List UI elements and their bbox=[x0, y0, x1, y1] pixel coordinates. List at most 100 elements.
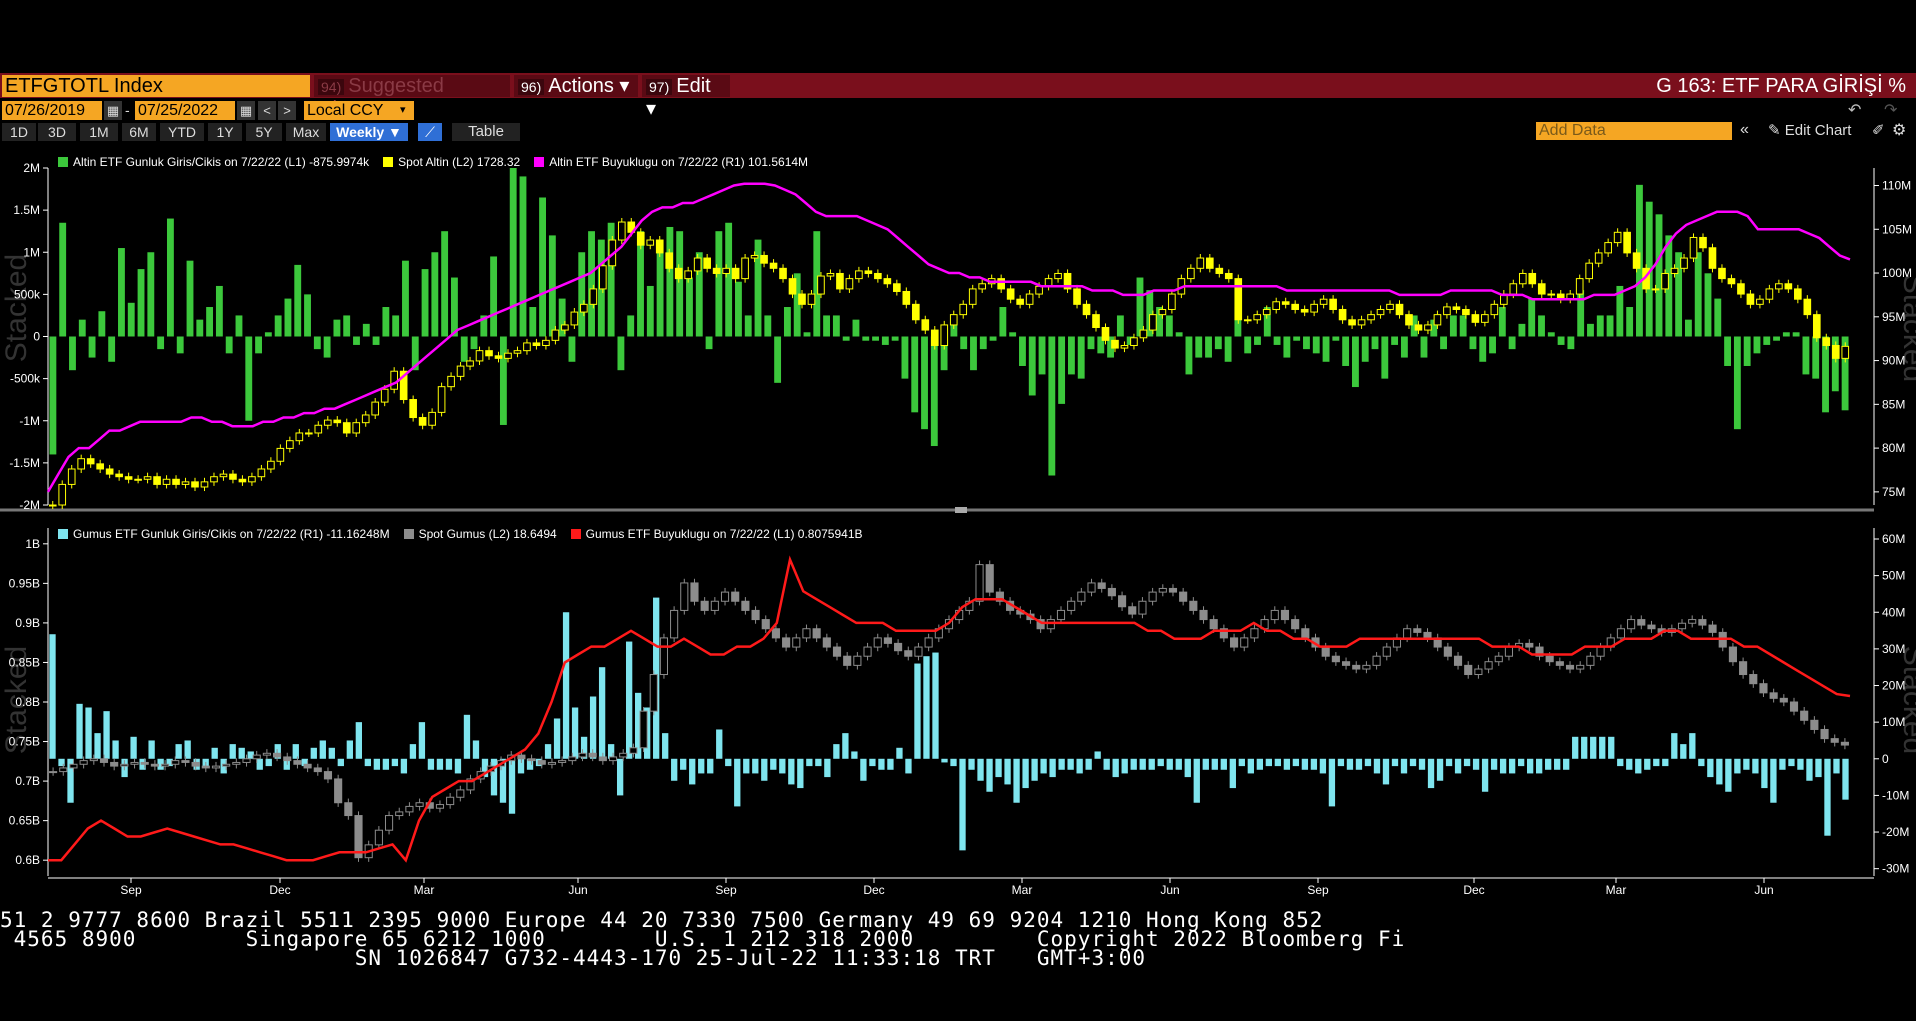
inflow-bar bbox=[568, 336, 576, 362]
candle-body bbox=[1594, 252, 1603, 264]
candle-body bbox=[1362, 664, 1371, 670]
candle-body bbox=[303, 763, 312, 769]
inflow-bar bbox=[860, 758, 867, 781]
period-button-1d[interactable]: 1D bbox=[2, 123, 36, 141]
inflow-bar bbox=[1815, 758, 1822, 778]
candle-body bbox=[1376, 308, 1385, 316]
left-tick-label: -2M bbox=[19, 498, 40, 512]
inflow-bar bbox=[715, 231, 723, 337]
inflow-bar bbox=[137, 269, 145, 337]
inflow-bar bbox=[1166, 758, 1173, 770]
left-tick-label: -500k bbox=[10, 372, 41, 386]
period-button-1m[interactable]: 1M bbox=[80, 123, 118, 141]
candle-body bbox=[1576, 664, 1585, 670]
candle-body bbox=[1338, 308, 1347, 321]
panel-resize-handle[interactable] bbox=[955, 507, 967, 513]
inflow-bar bbox=[676, 231, 684, 337]
candle-body bbox=[267, 460, 275, 470]
inflow-bar bbox=[1567, 336, 1575, 350]
candle-body bbox=[323, 419, 332, 426]
inflow-bar bbox=[1130, 758, 1137, 770]
inflow-bar bbox=[852, 319, 860, 337]
inflow-bar bbox=[999, 307, 1007, 337]
candle-body bbox=[731, 267, 740, 280]
inflow-bar bbox=[1175, 332, 1183, 337]
candle-body bbox=[181, 481, 190, 485]
inflow-bar bbox=[186, 260, 194, 337]
candle-body bbox=[751, 609, 760, 621]
candle-body bbox=[523, 342, 531, 352]
candle-body bbox=[1800, 710, 1809, 721]
inflow-bar bbox=[959, 758, 966, 851]
candle-body bbox=[1067, 600, 1076, 611]
candle-body bbox=[921, 319, 930, 331]
candle-body bbox=[978, 283, 987, 290]
candle-body bbox=[1006, 288, 1015, 300]
candle-body bbox=[1310, 303, 1318, 313]
candle-body bbox=[1484, 661, 1493, 670]
candle-body bbox=[1718, 267, 1726, 280]
right-tick-label: 75M bbox=[1882, 485, 1905, 499]
inflow-bar bbox=[995, 758, 1002, 778]
inflow-bar bbox=[148, 740, 155, 759]
inflow-bar bbox=[184, 740, 191, 759]
inflow-bar bbox=[1753, 336, 1761, 354]
candle-body bbox=[252, 754, 261, 760]
period-button-6m[interactable]: 6M bbox=[122, 123, 156, 141]
month-label: Mar bbox=[414, 883, 435, 897]
inflow-bar bbox=[1724, 336, 1732, 366]
candle-body bbox=[456, 365, 465, 377]
inflow-bar bbox=[1094, 751, 1101, 759]
candle-body bbox=[466, 360, 474, 367]
right-tick-label: 110M bbox=[1882, 179, 1911, 193]
candle-body bbox=[1452, 306, 1461, 310]
candle-body bbox=[191, 481, 199, 488]
inflow-bar bbox=[1214, 336, 1222, 350]
right-tick-label: 80M bbox=[1882, 441, 1905, 455]
candle-body bbox=[504, 352, 512, 359]
candle-body bbox=[1158, 587, 1167, 593]
inflow-bar bbox=[923, 656, 930, 759]
period-button-3d[interactable]: 3D bbox=[38, 123, 76, 141]
inflow-bar bbox=[1121, 758, 1128, 774]
inflow-bar bbox=[1040, 758, 1047, 774]
candle-body bbox=[286, 440, 294, 449]
inflow-bar bbox=[519, 176, 527, 337]
candle-body bbox=[904, 650, 913, 657]
inflow-bar bbox=[1716, 758, 1723, 785]
inflow-bar bbox=[211, 747, 218, 759]
inflow-bar bbox=[1822, 336, 1829, 413]
candle-body bbox=[1199, 609, 1208, 621]
period-button-max[interactable]: Max bbox=[286, 123, 326, 141]
candle-body bbox=[48, 504, 57, 507]
inflow-bar bbox=[905, 758, 912, 774]
candle-body bbox=[1291, 303, 1299, 310]
inflow-bar bbox=[842, 336, 850, 341]
inflow-bar bbox=[705, 336, 713, 350]
inflow-bar bbox=[1671, 733, 1678, 759]
candle-body bbox=[1627, 619, 1636, 630]
candle-body bbox=[863, 646, 872, 657]
left-tick-label: 1B bbox=[25, 537, 40, 551]
inflow-bar bbox=[1165, 315, 1173, 337]
inflow-bar bbox=[1265, 758, 1273, 767]
period-button-5y[interactable]: 5Y bbox=[246, 123, 282, 141]
inflow-bar bbox=[355, 722, 362, 759]
inflow-bar bbox=[1528, 298, 1536, 337]
candle-body bbox=[665, 252, 674, 269]
inflow-bar bbox=[788, 758, 795, 785]
inflow-bar bbox=[1557, 336, 1565, 345]
period-button-ytd[interactable]: YTD bbox=[160, 123, 204, 141]
inflow-bar bbox=[625, 641, 633, 759]
inflow-bar bbox=[548, 235, 556, 337]
candle-body bbox=[911, 303, 920, 321]
candle-body bbox=[352, 422, 361, 434]
inflow-bar bbox=[1499, 758, 1507, 774]
inflow-bar bbox=[382, 307, 390, 337]
period-button-1y[interactable]: 1Y bbox=[208, 123, 242, 141]
inflow-bar bbox=[310, 747, 317, 759]
inflow-bar bbox=[1031, 758, 1038, 781]
inflow-bar bbox=[1596, 315, 1604, 337]
inflow-bar bbox=[1256, 758, 1263, 770]
inflow-bar bbox=[783, 307, 791, 337]
